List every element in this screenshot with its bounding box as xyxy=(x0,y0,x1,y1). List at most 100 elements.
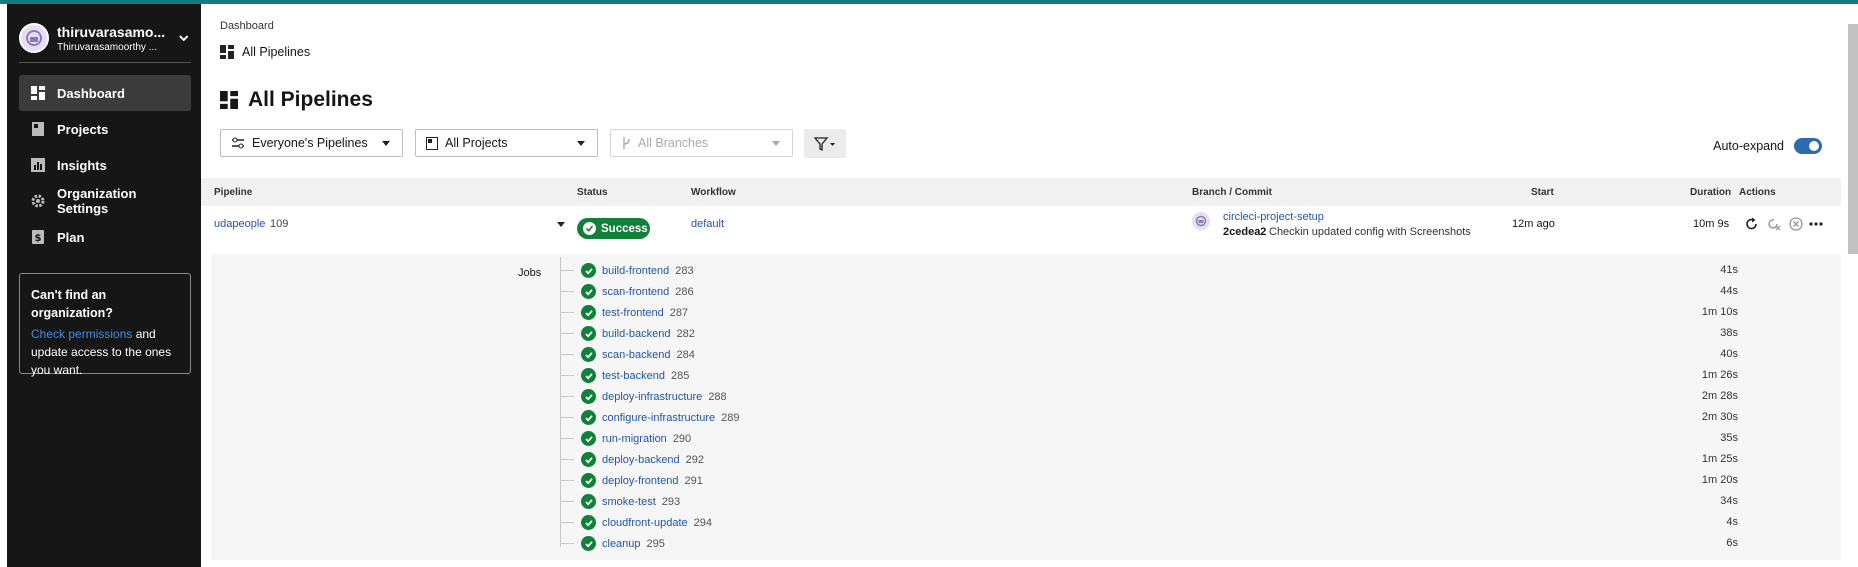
rerun-failed-icon[interactable] xyxy=(1767,217,1781,231)
job-name-link[interactable]: scan-backend xyxy=(602,349,671,361)
job-name-link[interactable]: deploy-infrastructure xyxy=(602,391,702,403)
job-name-link[interactable]: build-backend xyxy=(602,328,671,340)
job-number: 289 xyxy=(721,411,740,424)
projects-select[interactable]: All Projects xyxy=(415,129,598,157)
caret-down-icon xyxy=(382,141,390,146)
projects-icon xyxy=(426,136,438,150)
job-number: 290 xyxy=(672,432,692,445)
branches-select: All Branches xyxy=(610,129,793,157)
job-name-link[interactable]: scan-frontend xyxy=(602,286,669,298)
job-number: 288 xyxy=(708,390,727,403)
table-header: Pipeline Status Workflow Branch / Commit… xyxy=(201,178,1841,206)
branch-link[interactable]: circleci-project-setup xyxy=(1223,211,1324,223)
more-options-icon[interactable] xyxy=(1809,222,1823,226)
commit-hash[interactable]: 2cedea2 xyxy=(1223,226,1266,238)
auto-expand-toggle[interactable] xyxy=(1794,138,1822,154)
job-name-link[interactable]: deploy-frontend xyxy=(602,475,678,487)
filter-button[interactable] xyxy=(804,129,846,158)
org-help-box: Can't find an organization? Check permis… xyxy=(19,273,191,377)
pipelines-select[interactable]: Everyone's Pipelines xyxy=(220,129,403,157)
expand-caret-icon[interactable] xyxy=(557,222,565,228)
chevron-down-icon[interactable] xyxy=(177,31,191,45)
sidebar: thiruvarasamo... Thiruvarasamoorthy ... … xyxy=(7,4,201,567)
scrollbar[interactable] xyxy=(1848,24,1858,254)
job-name-link[interactable]: deploy-backend xyxy=(602,454,680,466)
dashboard-icon xyxy=(220,91,238,109)
col-actions: Actions xyxy=(1739,187,1776,198)
sidebar-item-plan[interactable]: $ Plan xyxy=(19,219,191,255)
job-number: 292 xyxy=(685,453,705,466)
jobs-tree-branch xyxy=(560,543,574,544)
pipeline-project-link[interactable]: udapeople xyxy=(214,218,265,230)
job-row: smoke-test 293 xyxy=(581,491,680,512)
insights-icon xyxy=(31,158,45,172)
sidebar-item-dashboard[interactable]: Dashboard xyxy=(19,75,191,111)
job-row: test-frontend 287 xyxy=(581,302,688,323)
filter-icon xyxy=(814,136,835,151)
job-duration: 4s xyxy=(1726,516,1738,528)
sidebar-item-label: Projects xyxy=(57,121,109,137)
success-icon xyxy=(581,452,596,467)
jobs-tree-branch xyxy=(560,354,574,355)
job-duration: 2m 28s xyxy=(1701,390,1738,402)
breadcrumb-current: All Pipelines xyxy=(242,45,311,59)
check-permissions-link[interactable]: Check permissions xyxy=(31,327,132,341)
jobs-tree-branch xyxy=(560,333,574,334)
jobs-tree-branch xyxy=(560,438,574,439)
job-name-link[interactable]: configure-infrastructure xyxy=(602,412,715,424)
job-duration: 1m 26s xyxy=(1701,369,1738,381)
sidebar-item-organization-settings[interactable]: Organization Settings xyxy=(19,183,191,219)
success-icon xyxy=(581,410,596,425)
job-name-link[interactable]: test-backend xyxy=(602,370,665,382)
pipelines-icon xyxy=(232,137,244,149)
job-name-link[interactable]: test-frontend xyxy=(602,307,664,319)
branch-icon xyxy=(623,137,630,149)
dashboard-icon xyxy=(31,86,45,100)
success-icon xyxy=(581,305,596,320)
jobs-tree-branch xyxy=(560,480,574,481)
org-switcher[interactable]: thiruvarasamo... Thiruvarasamoorthy ... xyxy=(19,18,191,58)
sidebar-item-label: Organization Settings xyxy=(56,186,137,216)
job-name-link[interactable]: cloudfront-update xyxy=(602,517,688,529)
org-avatar-icon xyxy=(26,30,42,46)
job-row: build-frontend 283 xyxy=(581,260,694,281)
duration: 10m 9s xyxy=(1693,218,1730,230)
jobs-tree-branch xyxy=(560,312,574,313)
dashboard-icon xyxy=(220,45,234,59)
job-row: deploy-backend 292 xyxy=(581,449,704,470)
job-row: scan-frontend 286 xyxy=(581,281,694,302)
success-icon xyxy=(581,473,596,488)
org-avatar xyxy=(19,23,49,53)
page-title-text: All Pipelines xyxy=(248,88,373,111)
jobs-tree-branch xyxy=(560,375,574,376)
job-name-link[interactable]: cleanup xyxy=(602,538,641,550)
committer-avatar xyxy=(1192,212,1210,230)
job-name-link[interactable]: run-migration xyxy=(602,433,667,445)
breadcrumb-parent[interactable]: Dashboard xyxy=(220,20,274,32)
job-row: build-backend 282 xyxy=(581,323,695,344)
job-number: 285 xyxy=(670,369,690,382)
workflow-link[interactable]: default xyxy=(691,218,724,230)
jobs-label: Jobs xyxy=(518,267,542,279)
job-name-link[interactable]: smoke-test xyxy=(602,496,656,508)
job-duration: 44s xyxy=(1720,285,1738,297)
job-duration: 1m 10s xyxy=(1701,306,1738,318)
status-badge[interactable]: Success xyxy=(577,218,650,239)
job-row: configure-infrastructure 289 xyxy=(581,407,739,428)
job-duration: 40s xyxy=(1720,348,1738,360)
jobs-tree-line xyxy=(560,257,561,547)
org-name: thiruvarasamo... xyxy=(57,23,166,40)
table-row: udapeople 109 Success default circleci-p… xyxy=(201,206,1841,254)
success-icon xyxy=(581,515,596,530)
cancel-icon[interactable] xyxy=(1789,217,1803,231)
auto-expand: Auto-expand xyxy=(1713,138,1822,154)
job-number: 295 xyxy=(646,537,665,550)
sidebar-item-projects[interactable]: Projects xyxy=(19,111,191,147)
rerun-icon[interactable] xyxy=(1745,217,1759,231)
job-duration: 38s xyxy=(1720,327,1738,339)
plan-icon: $ xyxy=(32,230,44,244)
job-number: 293 xyxy=(661,495,681,508)
sidebar-item-insights[interactable]: Insights xyxy=(19,147,191,183)
job-name-link[interactable]: build-frontend xyxy=(602,265,669,277)
col-branch-commit: Branch / Commit xyxy=(1192,187,1273,198)
